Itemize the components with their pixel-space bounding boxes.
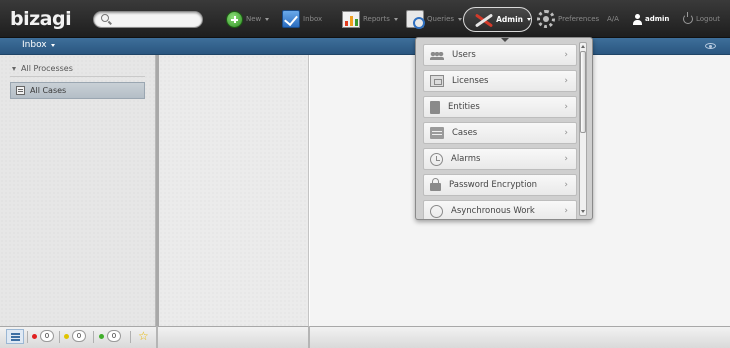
yellow-case-counter[interactable]: 0 — [64, 330, 86, 342]
inbox-sub-bar: Inbox — [0, 38, 730, 55]
menu-item-cases[interactable]: Cases › — [423, 122, 577, 144]
red-case-counter[interactable]: 0 — [32, 330, 54, 342]
eye-icon[interactable] — [705, 43, 716, 49]
menu-item-label: Entities — [448, 102, 480, 112]
admin-dropdown-menu: Users › Licenses › Entities › Cases › Al… — [415, 37, 593, 220]
divider — [10, 76, 145, 77]
users-icon — [430, 49, 444, 61]
tree-item-label: All Cases — [30, 86, 67, 95]
logout-button[interactable]: Logout — [683, 9, 720, 29]
divider — [59, 331, 60, 343]
inbox-dropdown[interactable]: Inbox — [22, 40, 55, 50]
green-dot-icon — [99, 333, 104, 339]
scroll-down-arrow-icon[interactable] — [581, 210, 585, 213]
license-card-icon — [430, 75, 444, 87]
user-icon — [632, 13, 642, 25]
case-list-panel — [159, 55, 309, 326]
cases-icon — [430, 127, 444, 139]
admin-menu-button[interactable]: Admin — [463, 7, 532, 32]
admin-label: Admin — [496, 15, 523, 24]
yellow-count: 0 — [72, 330, 86, 342]
chevron-down-icon — [527, 18, 531, 21]
clock-icon — [430, 152, 443, 166]
search-icon — [101, 14, 109, 22]
menu-pointer — [500, 38, 510, 42]
menu-item-label: Alarms — [451, 154, 481, 164]
divider — [93, 331, 94, 343]
chevron-down-icon — [393, 17, 398, 21]
cases-icon — [16, 86, 25, 95]
queries-menu-button[interactable]: Queries — [406, 9, 463, 29]
bizagi-logo: bizagi — [10, 8, 72, 30]
yellow-dot-icon — [64, 333, 69, 339]
red-dot-icon — [32, 333, 37, 339]
scroll-up-arrow-icon[interactable] — [581, 45, 585, 48]
menu-item-label: Asynchronous Work — [451, 206, 535, 216]
plus-circle-icon — [226, 10, 243, 28]
menu-item-label: Licenses — [452, 76, 489, 86]
gear-icon — [537, 10, 555, 28]
reports-menu-button[interactable]: Reports — [342, 9, 398, 29]
logout-label: Logout — [696, 15, 720, 23]
tree-item-all-cases[interactable]: All Cases — [10, 82, 145, 99]
chevron-down-icon — [50, 43, 55, 47]
user-label: admin — [645, 15, 670, 23]
checkbox-icon — [282, 10, 300, 28]
preferences-button[interactable]: Preferences — [537, 9, 599, 29]
menu-item-label: Password Encryption — [449, 180, 538, 190]
font-size-button[interactable]: A/A — [607, 9, 619, 29]
all-processes-toggle[interactable]: All Processes — [12, 64, 73, 73]
menu-scrollbar[interactable] — [579, 42, 587, 216]
search-box[interactable] — [93, 11, 203, 28]
divider — [156, 326, 158, 348]
chevron-right-icon: › — [564, 154, 568, 164]
font-size-label: A/A — [607, 15, 619, 23]
menu-item-label: Users — [452, 50, 476, 60]
reports-label: Reports — [363, 15, 390, 23]
new-label: New — [246, 15, 262, 23]
top-navigation-bar: bizagi New Inbox Reports Queries Admin P… — [0, 0, 730, 38]
menu-item-asynchronous-work[interactable]: Asynchronous Work › — [423, 200, 577, 219]
scroll-thumb[interactable] — [580, 51, 586, 133]
chevron-down-icon — [265, 17, 270, 21]
menu-item-users[interactable]: Users › — [423, 44, 577, 66]
all-processes-label: All Processes — [21, 64, 73, 73]
chevron-right-icon: › — [564, 206, 568, 216]
search-input[interactable] — [114, 13, 198, 26]
chevron-right-icon: › — [564, 180, 568, 190]
entities-icon — [430, 100, 440, 114]
chevron-down-icon — [458, 17, 463, 21]
async-icon — [430, 204, 443, 218]
preferences-label: Preferences — [558, 15, 600, 23]
chevron-right-icon: › — [564, 128, 568, 138]
star-icon[interactable]: ☆ — [138, 329, 149, 343]
menu-item-alarms[interactable]: Alarms › — [423, 148, 577, 170]
divider — [27, 331, 28, 343]
bar-chart-icon — [342, 10, 360, 28]
user-menu-button[interactable]: admin — [632, 9, 669, 29]
divider — [308, 326, 310, 348]
menu-item-password-encryption[interactable]: Password Encryption › — [423, 174, 577, 196]
green-count: 0 — [107, 330, 121, 342]
divider — [130, 331, 131, 343]
green-case-counter[interactable]: 0 — [99, 330, 121, 342]
chevron-right-icon: › — [564, 76, 568, 86]
inbox-dropdown-label: Inbox — [22, 40, 47, 50]
queries-label: Queries — [427, 15, 455, 23]
power-icon — [683, 12, 693, 24]
inbox-button[interactable]: Inbox — [282, 9, 322, 29]
tools-icon — [472, 11, 493, 29]
magnifier-document-icon — [406, 10, 425, 29]
chevron-right-icon: › — [564, 102, 568, 112]
menu-item-entities[interactable]: Entities › — [423, 96, 577, 118]
menu-item-licenses[interactable]: Licenses › — [423, 70, 577, 92]
new-menu-button[interactable]: New — [226, 9, 270, 29]
lock-icon — [430, 178, 441, 191]
chevron-right-icon: › — [564, 50, 568, 60]
menu-item-label: Cases — [452, 128, 478, 138]
expand-triangle-icon — [12, 66, 16, 71]
red-count: 0 — [40, 330, 54, 342]
list-view-button[interactable] — [6, 329, 24, 344]
inbox-label: Inbox — [303, 15, 323, 23]
